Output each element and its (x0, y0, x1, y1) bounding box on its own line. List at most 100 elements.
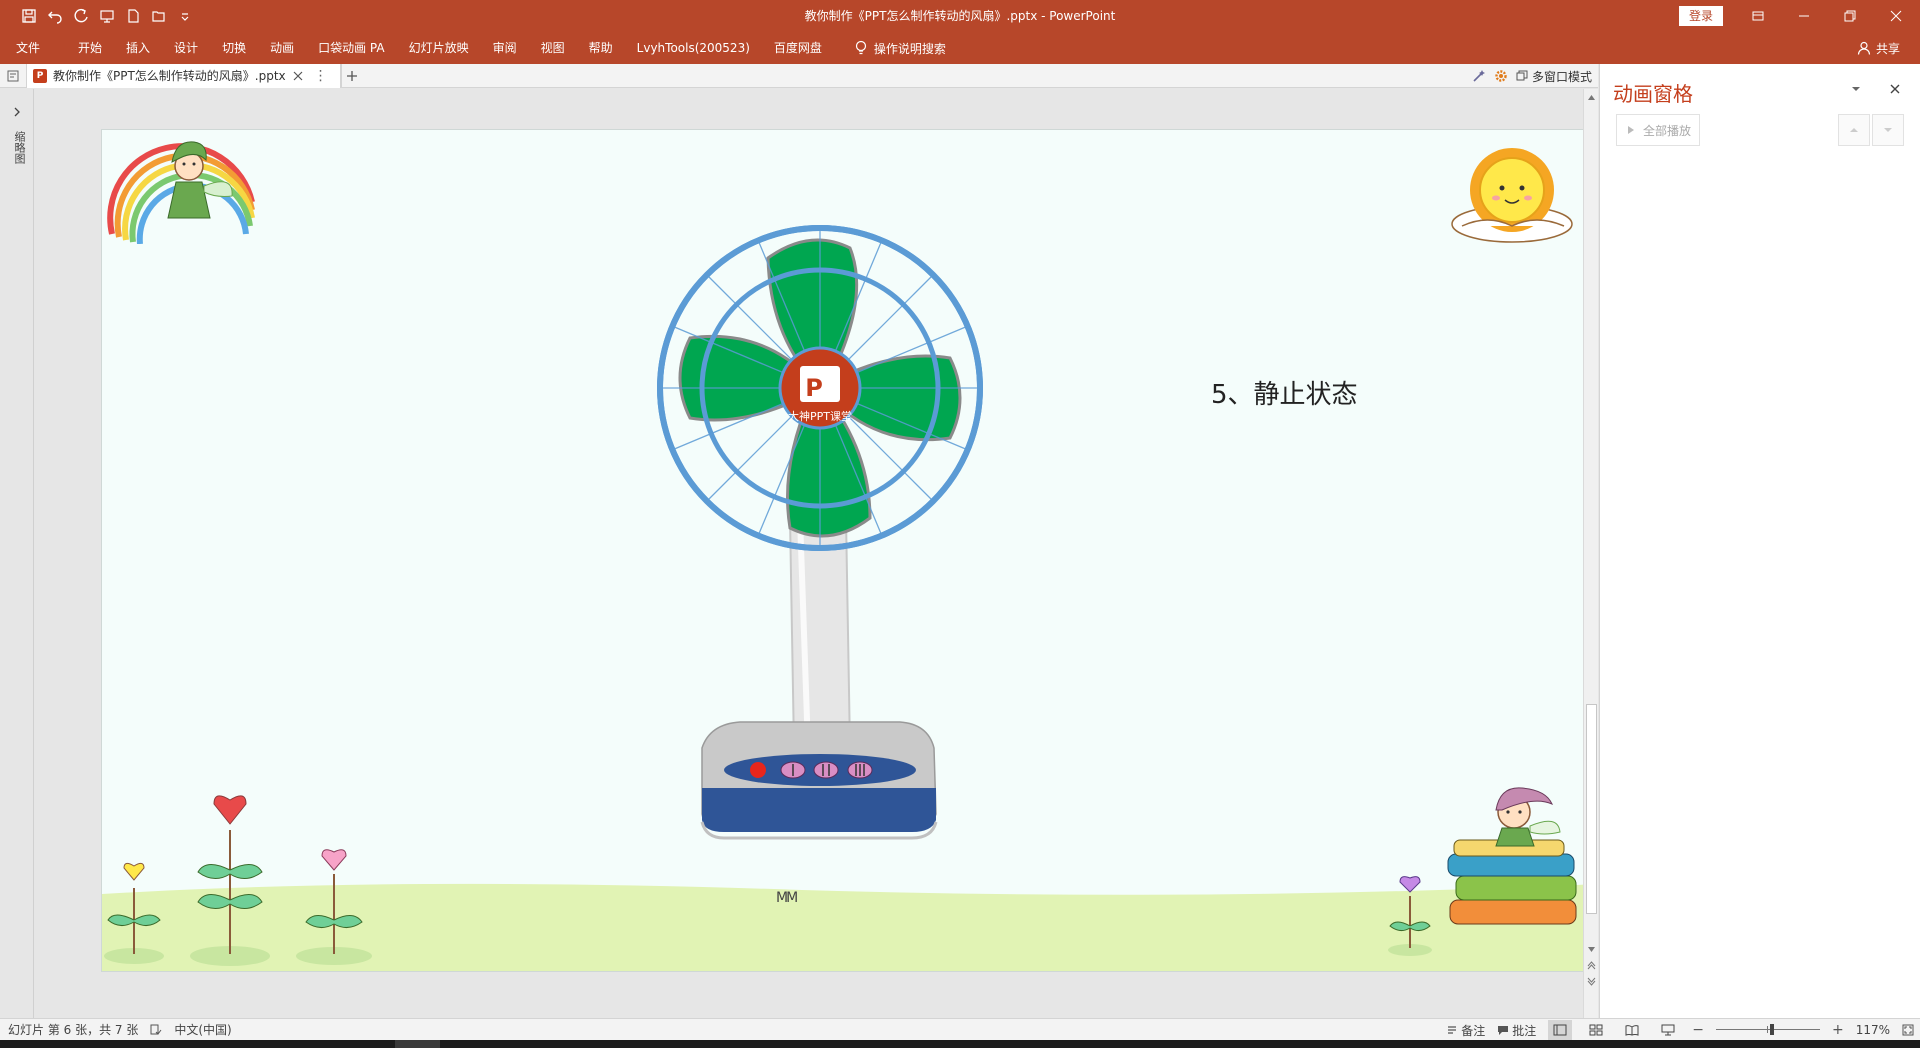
tab-file[interactable]: 文件 (0, 32, 66, 64)
scroll-down-arrow-icon[interactable] (1587, 945, 1596, 954)
fit-slide-to-window-icon[interactable] (1902, 1024, 1914, 1036)
login-button[interactable]: 登录 (1679, 6, 1723, 26)
redo-icon[interactable] (70, 5, 92, 27)
slide-canvas[interactable]: 5、静止状态 P 大神PPT课堂 MM (101, 129, 1597, 972)
windows-icon (1516, 70, 1528, 81)
tab-pocket-animation[interactable]: 口袋动画 PA (306, 32, 397, 64)
reading-view-button[interactable] (1620, 1020, 1644, 1040)
slide-text-static-state[interactable]: 5、静止状态 (1211, 374, 1358, 411)
save-icon[interactable] (18, 5, 40, 27)
sun-illustration (1451, 148, 1573, 243)
tab-baidu-netdisk[interactable]: 百度网盘 (762, 32, 834, 64)
slideshow-view-button[interactable] (1656, 1020, 1680, 1040)
animation-pane-title: 动画窗格 (1613, 82, 1693, 106)
undo-icon[interactable] (44, 5, 66, 27)
next-slide-icon[interactable] (1587, 977, 1596, 986)
slide-sorter-view-button[interactable] (1584, 1020, 1608, 1040)
tab-home[interactable]: 开始 (66, 32, 114, 64)
powerpoint-file-icon: P (33, 68, 47, 83)
normal-view-button[interactable] (1548, 1020, 1573, 1040)
pane-options-dropdown-icon[interactable] (1849, 82, 1863, 96)
tab-lvyhtools[interactable]: LvyhTools(200523) (625, 32, 762, 64)
scroll-up-arrow-icon[interactable] (1587, 93, 1596, 102)
customize-qat-icon[interactable] (174, 5, 196, 27)
play-all-label: 全部播放 (1643, 123, 1692, 138)
close-tab-icon[interactable] (292, 70, 304, 82)
tab-design[interactable]: 设计 (162, 32, 210, 64)
multi-window-label: 多窗口模式 (1531, 69, 1592, 84)
document-tab-tools: 多窗口模式 (1472, 64, 1592, 88)
fairy-on-books-illustration (1447, 787, 1577, 925)
minimize-icon[interactable] (1781, 0, 1827, 32)
open-folder-icon[interactable] (148, 5, 170, 27)
os-taskbar-strip (0, 1040, 1920, 1048)
magic-wand-icon[interactable] (1472, 69, 1486, 83)
zoom-in-icon[interactable]: + (1832, 1022, 1844, 1038)
tab-slideshow[interactable]: 幻灯片放映 (397, 32, 481, 64)
restore-icon[interactable] (1827, 0, 1873, 32)
close-pane-icon[interactable] (1888, 82, 1902, 96)
lightbulb-icon (855, 40, 867, 55)
share-button[interactable]: 共享 (1857, 32, 1900, 64)
more-options-icon[interactable]: ⋮ (310, 68, 332, 84)
language-status[interactable]: 中文(中国) (174, 1021, 231, 1038)
rainbow-fairy-illustration (107, 141, 255, 244)
title-bar: 教你制作《PPT怎么制作转动的风扇》.pptx - PowerPoint 登录 (0, 0, 1920, 32)
play-icon (1628, 126, 1634, 134)
share-label: 共享 (1875, 41, 1900, 56)
settings-gear-icon[interactable] (1494, 69, 1508, 83)
thumbnail-pane-label: 缩略图 (13, 131, 26, 164)
zoom-slider[interactable] (1715, 1023, 1820, 1037)
comments-label: 批注 (1512, 1023, 1537, 1038)
document-tab-bar: P 教你制作《PPT怎么制作转动的风扇》.pptx ⋮ 多窗口模式 (0, 63, 1598, 88)
previous-slide-icon[interactable] (1587, 961, 1596, 970)
reading-view-icon (1625, 1025, 1639, 1036)
start-from-beginning-icon[interactable] (96, 5, 118, 27)
slide-editing-area: 5、静止状态 P 大神PPT课堂 MM (35, 89, 1597, 1018)
tab-review[interactable]: 审阅 (481, 32, 529, 64)
move-later-button[interactable] (1872, 114, 1904, 146)
accessibility-check-icon[interactable] (150, 1024, 162, 1036)
arrow-down-icon (1884, 128, 1892, 132)
normal-view-icon (1553, 1024, 1567, 1036)
comment-icon (1498, 1026, 1509, 1035)
tab-help[interactable]: 帮助 (577, 32, 625, 64)
new-tab-icon[interactable] (340, 63, 363, 88)
chevron-right-icon[interactable] (12, 107, 22, 117)
scrollbar-thumb[interactable] (1586, 704, 1597, 914)
zoom-slider-thumb[interactable] (1769, 1024, 1774, 1035)
zoom-level[interactable]: 117% (1856, 1023, 1890, 1037)
document-tab[interactable]: P 教你制作《PPT怎么制作转动的风扇》.pptx ⋮ (26, 63, 341, 88)
tab-insert[interactable]: 插入 (114, 32, 162, 64)
thumbnail-pane-collapsed[interactable]: 缩略图 (0, 89, 34, 1018)
slide-vertical-scrollbar[interactable] (1583, 89, 1598, 1018)
grass-ground-illustration (102, 795, 1596, 971)
fan-logo-caption: 大神PPT课堂 (788, 409, 852, 423)
notes-label: 备注 (1461, 1023, 1486, 1038)
multi-window-mode-button[interactable]: 多窗口模式 (1516, 68, 1592, 85)
slideshow-icon (1661, 1024, 1675, 1036)
quick-access-toolbar (0, 5, 196, 27)
doc-home-icon[interactable] (0, 64, 26, 88)
notes-button[interactable]: 备注 (1446, 1022, 1485, 1039)
window-title: 教你制作《PPT怎么制作转动的风扇》.pptx - PowerPoint (804, 9, 1116, 23)
fan-logo-letter: P (805, 374, 823, 402)
ribbon-display-options-icon[interactable] (1735, 0, 1781, 32)
new-file-icon[interactable] (122, 5, 144, 27)
tab-view[interactable]: 视图 (529, 32, 577, 64)
play-all-button[interactable]: 全部播放 (1616, 114, 1700, 146)
notes-icon (1448, 1026, 1457, 1034)
move-earlier-button[interactable] (1838, 114, 1870, 146)
ribbon-tab-bar: 文件 开始 插入 设计 切换 动画 口袋动画 PA 幻灯片放映 审阅 视图 帮助… (0, 32, 1920, 64)
comments-button[interactable]: 批注 (1497, 1022, 1536, 1039)
slide-count-status[interactable]: 幻灯片 第 6 张，共 7 张 (8, 1021, 138, 1038)
document-tab-label: 教你制作《PPT怎么制作转动的风扇》.pptx (53, 69, 286, 83)
tell-me-search[interactable]: 操作说明搜索 (834, 40, 956, 57)
zoom-out-icon[interactable]: − (1692, 1022, 1704, 1038)
status-bar: 幻灯片 第 6 张，共 7 张 中文(中国) 备注 批注 − + 117% (0, 1018, 1920, 1040)
tab-transitions[interactable]: 切换 (210, 32, 258, 64)
slide-sorter-icon (1589, 1024, 1603, 1036)
person-icon (1857, 41, 1871, 55)
tab-animations[interactable]: 动画 (258, 32, 306, 64)
close-icon[interactable] (1873, 0, 1919, 32)
